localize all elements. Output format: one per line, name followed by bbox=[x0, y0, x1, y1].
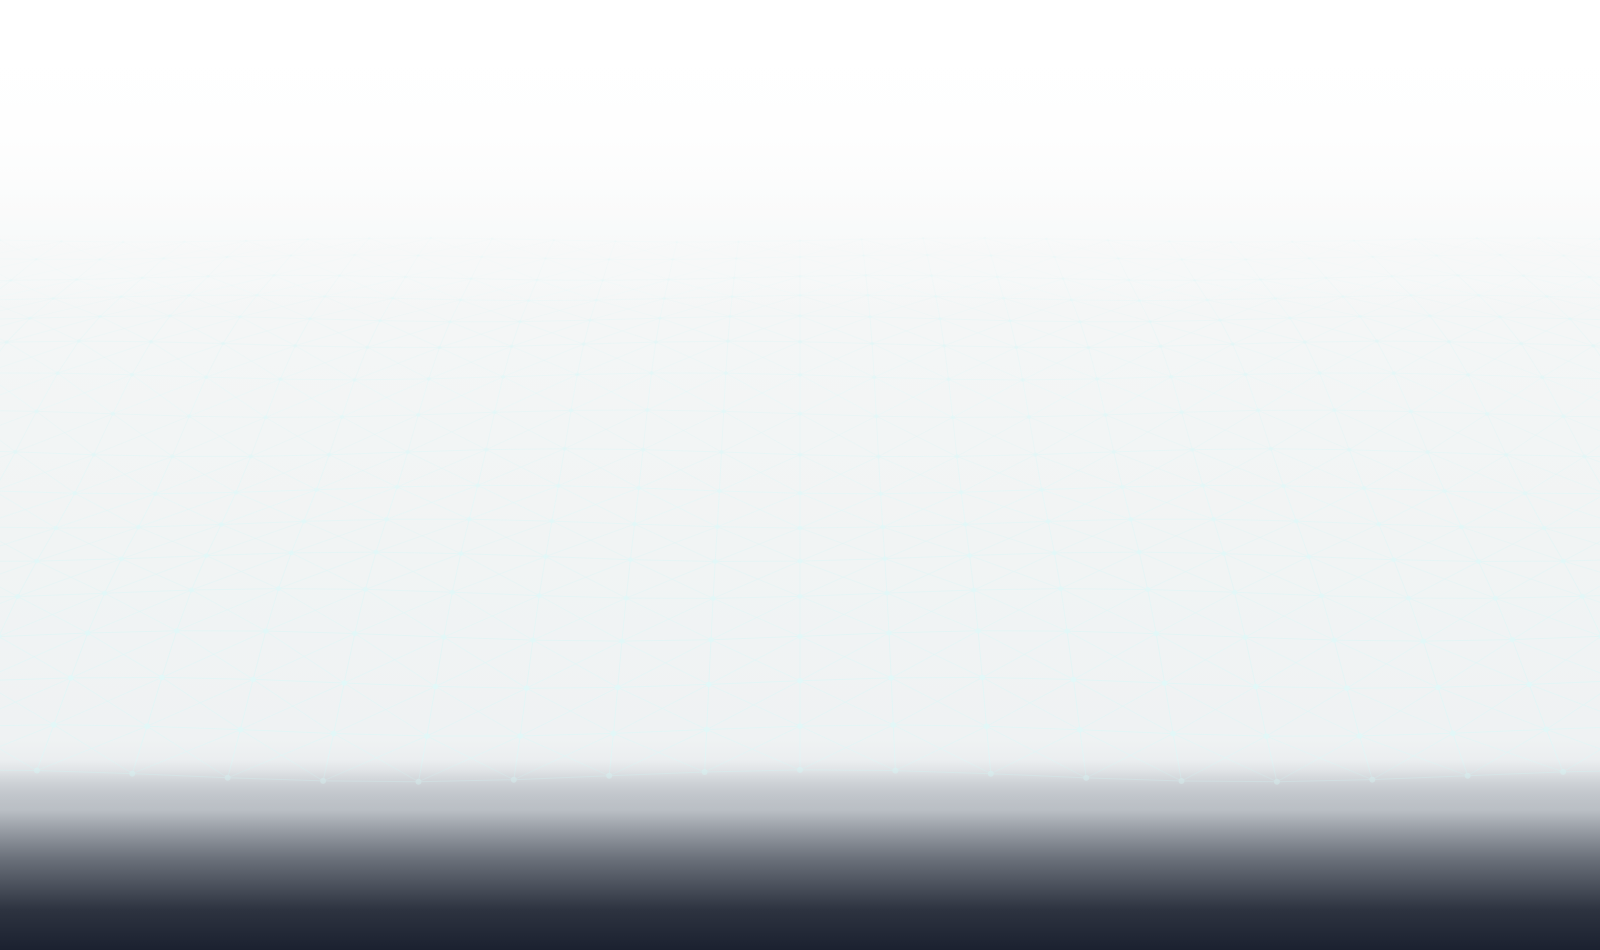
top-fade-overlay bbox=[0, 0, 1600, 330]
bottom-dark-fade bbox=[0, 760, 1600, 950]
page-background bbox=[0, 0, 1600, 950]
